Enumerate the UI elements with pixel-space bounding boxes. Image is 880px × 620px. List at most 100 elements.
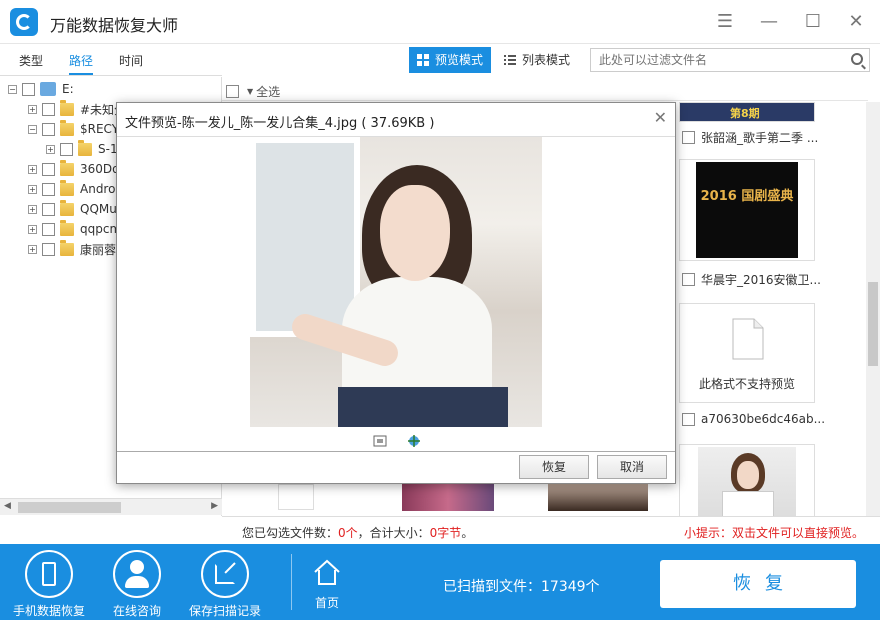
folder-icon <box>60 179 74 196</box>
preview-area <box>117 136 675 452</box>
scroll-left-icon[interactable]: ◀ <box>4 501 11 511</box>
toolbar: 预览模式 列表模式 <box>222 44 880 76</box>
folder-icon <box>60 119 74 136</box>
status-prefix: 您已勾选文件数： <box>242 526 339 540</box>
checkbox[interactable] <box>682 273 695 286</box>
actual-size-icon[interactable] <box>407 435 421 447</box>
horizontal-scrollbar[interactable]: ◀ ▶ <box>0 498 222 515</box>
status-suffix: 。 <box>461 526 474 540</box>
expand-icon[interactable]: + <box>28 204 37 214</box>
thumbnail[interactable] <box>278 484 314 510</box>
checkbox[interactable] <box>226 85 239 98</box>
expand-icon[interactable]: + <box>28 104 37 114</box>
maximize-button[interactable]: ☐ <box>800 10 826 34</box>
tree-item-label: Andro <box>80 182 116 196</box>
thumbnail[interactable]: 第8期 <box>679 102 815 122</box>
checkbox[interactable] <box>60 142 73 156</box>
tree-item[interactable]: + 360Do <box>28 159 120 178</box>
checkbox[interactable] <box>682 131 695 144</box>
save-scan-record-button[interactable]: 保存扫描记录 <box>185 550 265 619</box>
file-item-label[interactable]: a70630be6dc46ab... <box>682 412 825 426</box>
expand-icon[interactable]: + <box>28 224 37 234</box>
collapse-icon[interactable]: − <box>28 124 37 134</box>
preview-image <box>250 137 542 427</box>
expand-icon[interactable]: + <box>46 144 55 154</box>
thumbnail[interactable] <box>679 444 815 517</box>
select-all-label: 全选 <box>256 85 281 99</box>
grid-icon <box>417 54 429 66</box>
tree-item[interactable]: + qqpcm <box>28 219 122 238</box>
list-mode-button[interactable]: 列表模式 <box>496 47 578 73</box>
minimize-button[interactable]: — <box>756 10 782 34</box>
tree-item[interactable]: + S-1 <box>46 139 118 158</box>
user-icon <box>113 550 161 598</box>
app-title: 万能数据恢复大师 <box>50 16 179 35</box>
preview-mode-button[interactable]: 预览模式 <box>409 47 492 73</box>
search-input[interactable] <box>591 49 841 71</box>
selected-size: 0字节 <box>429 526 462 540</box>
expand-icon[interactable]: + <box>28 164 37 174</box>
tab-path[interactable]: 路径 <box>69 52 94 75</box>
file-item-label[interactable]: 华晨宇_2016安徽卫... <box>682 271 821 288</box>
selection-summary: 您已勾选文件数：0个，合计大小：0字节。 <box>242 524 473 541</box>
tree-item[interactable]: + 康丽蓉 <box>28 239 116 258</box>
bottom-bar: 手机数据恢复 在线咨询 保存扫描记录 首页 已扫描到文件：17349个 恢复 <box>0 544 880 620</box>
scrollbar-thumb[interactable] <box>868 282 878 366</box>
online-consult-label: 在线咨询 <box>112 604 161 618</box>
dialog-cancel-button[interactable]: 取消 <box>597 455 667 479</box>
phone-recovery-button[interactable]: 手机数据恢复 <box>9 550 89 619</box>
checkbox[interactable] <box>42 182 55 196</box>
online-consult-button[interactable]: 在线咨询 <box>97 550 177 619</box>
checkbox[interactable] <box>42 202 55 216</box>
file-item-label[interactable]: 张韶涵_歌手第二季 ... <box>682 129 818 146</box>
selected-count: 0个 <box>338 526 358 540</box>
file-name: 张韶涵_歌手第二季 ... <box>701 131 819 145</box>
unsupported-preview-text: 此格式不支持预览 <box>698 377 795 391</box>
tab-time[interactable]: 时间 <box>119 52 143 69</box>
checkbox[interactable] <box>42 122 55 136</box>
recover-button[interactable]: 恢复 <box>660 560 856 608</box>
title-bar: 万能数据恢复大师 ☰ — ☐ ✕ <box>0 0 880 44</box>
vertical-scrollbar[interactable] <box>866 102 880 516</box>
folder-icon <box>60 99 74 116</box>
thumbnail[interactable]: 此格式不支持预览 <box>679 303 815 403</box>
search-icon[interactable] <box>851 53 863 65</box>
close-button[interactable]: ✕ <box>843 10 869 34</box>
tab-type[interactable]: 类型 <box>19 52 43 69</box>
tree-item[interactable]: + #未知分 <box>28 99 126 118</box>
checkbox[interactable] <box>42 102 55 116</box>
expand-icon[interactable]: + <box>28 244 37 254</box>
home-label: 首页 <box>314 596 339 610</box>
scroll-right-icon[interactable]: ▶ <box>211 501 218 511</box>
select-all[interactable]: ▼ 全选 <box>226 83 280 100</box>
menu-icon[interactable]: ☰ <box>712 10 738 34</box>
tree-item[interactable]: + QQMu <box>28 199 117 218</box>
file-name: 华晨宇_2016安徽卫... <box>701 273 821 287</box>
search-box <box>590 48 870 72</box>
folder-icon <box>60 159 74 176</box>
checkbox[interactable] <box>42 162 55 176</box>
list-mode-label: 列表模式 <box>522 53 571 67</box>
drive-icon <box>40 82 56 96</box>
status-mid: ，合计大小： <box>357 526 430 540</box>
checkbox[interactable] <box>22 82 35 96</box>
grid-header: ▼ 全选 <box>222 77 868 101</box>
tree-item-root[interactable]: − E: <box>8 80 74 98</box>
collapse-icon[interactable]: − <box>8 84 17 94</box>
status-bar: 您已勾选文件数：0个，合计大小：0字节。 小提示：双击文件可以直接预览。 <box>222 516 880 544</box>
chevron-down-icon[interactable]: ▼ <box>247 87 253 96</box>
checkbox[interactable] <box>42 242 55 256</box>
dialog-recover-button[interactable]: 恢复 <box>519 455 589 479</box>
thumbnail[interactable]: 2016 国剧盛典 <box>679 159 815 261</box>
checkbox[interactable] <box>42 222 55 236</box>
home-button[interactable]: 首页 <box>287 558 367 611</box>
app-logo-icon <box>10 8 38 36</box>
tree-item-label: qqpcm <box>80 222 122 236</box>
expand-icon[interactable]: + <box>28 184 37 194</box>
scrollbar-thumb[interactable] <box>18 502 121 513</box>
fit-screen-icon[interactable] <box>373 435 387 447</box>
tree-item[interactable]: + Andro <box>28 179 116 198</box>
close-icon[interactable]: ✕ <box>654 108 667 127</box>
checkbox[interactable] <box>682 412 695 426</box>
tree-item[interactable]: − $RECYC <box>28 119 127 138</box>
